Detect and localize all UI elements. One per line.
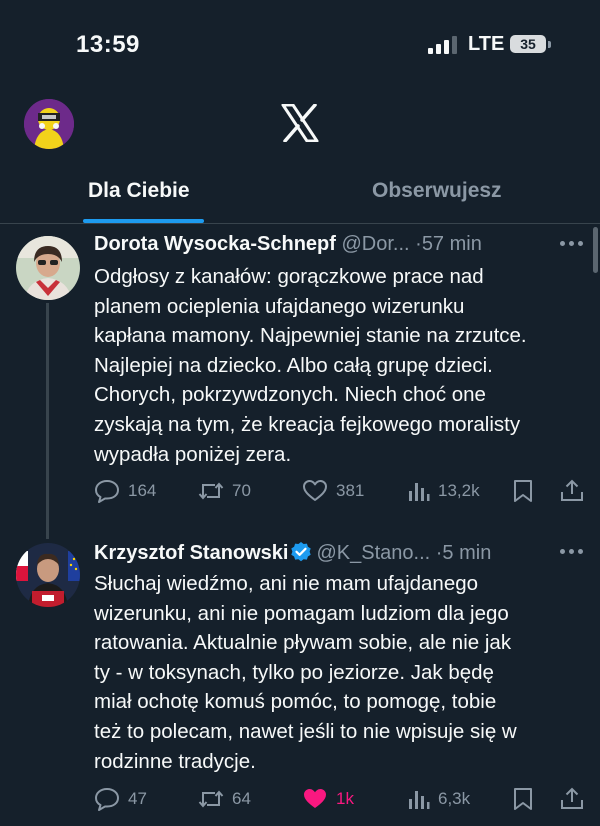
tweet-text-line: Najlepiej na dziecko. Albo całą grupę dz… (94, 353, 493, 377)
tab-following[interactable]: Obserwujesz (372, 179, 502, 203)
tweet-text-line: wypadła poniżej zera. (94, 442, 292, 466)
like-count: 381 (336, 481, 365, 500)
author-handle[interactable]: @Dor... (341, 233, 409, 255)
analytics-icon (409, 483, 430, 501)
repost-button[interactable]: 70 (198, 476, 251, 506)
profile-avatar[interactable] (24, 99, 74, 149)
tweet-actions: 164 70 381 13,2k (0, 476, 600, 506)
tweet-text-line: Słuchaj wiedźmo, ani nie mam ufajdanego (94, 572, 479, 595)
more-options-icon[interactable] (560, 241, 586, 249)
battery-tip (548, 41, 551, 48)
tweet-text: Odgłosy z kanałów: gorączkowe prace nad … (94, 262, 584, 469)
like-button[interactable]: 381 (302, 476, 364, 506)
more-options-icon[interactable] (560, 549, 586, 557)
reply-icon (95, 788, 119, 811)
share-button[interactable] (560, 784, 584, 814)
repost-count: 70 (232, 481, 251, 500)
view-count: 6,3k (438, 789, 471, 808)
share-button[interactable] (560, 476, 584, 506)
bookmark-icon (514, 788, 532, 810)
analytics-icon (409, 791, 430, 809)
battery-icon: 35 (510, 35, 546, 53)
signal-strength-icon (428, 36, 457, 54)
view-count: 13,2k (438, 481, 480, 500)
repost-count: 64 (232, 789, 251, 808)
tweet-text-line: zyskają na tym, że kreacja fejkowego mor… (94, 412, 521, 436)
tweet-text-line: miał ochotę komuś pomóc, to pomogę, tobi… (94, 690, 497, 714)
tweet-text-line: Chorych, pokrzywdzonych. Niech choć one (94, 383, 486, 407)
tweet-text-line: ratowania. Aktualnie pływam sobie, ale n… (94, 631, 512, 655)
heart-filled-icon (304, 789, 326, 808)
share-icon (561, 787, 583, 809)
repost-icon (198, 790, 224, 808)
bookmark-icon (514, 480, 532, 502)
tweet-text-line: też to polecam, nawet jeśli to nie wpisu… (94, 719, 517, 743)
reply-button[interactable]: 164 (94, 476, 156, 506)
views-button[interactable]: 13,2k (408, 476, 480, 506)
avatar[interactable] (16, 236, 80, 300)
reply-button[interactable]: 47 (94, 784, 147, 814)
verified-badge-icon (291, 542, 312, 562)
bookmark-button[interactable] (512, 784, 534, 814)
heart-icon (303, 480, 327, 501)
avatar[interactable] (16, 543, 80, 607)
tweet-actions: 47 64 1k 6,3k (0, 784, 600, 814)
author-name[interactable]: Krzysztof Stanowski (94, 542, 288, 564)
share-icon (561, 479, 583, 501)
x-logo-icon[interactable] (280, 104, 320, 142)
tweet-text-line: kapłana mamony. Najpewniej stanie na zrz… (94, 324, 527, 348)
clock: 13:59 (76, 31, 140, 58)
tweet-time[interactable]: 5 min (442, 542, 491, 564)
author-handle[interactable]: @K_Stano... (316, 542, 430, 564)
tweet-text-line: wizerunku, ani nie pomagam ludziom dla j… (94, 601, 509, 625)
like-count: 1k (336, 789, 354, 808)
tweet-text-line: planem ocieplenia ufajdanego wizerunku (94, 294, 465, 318)
tweet-time[interactable]: 57 min (422, 233, 482, 255)
reply-count: 47 (128, 789, 147, 808)
repost-icon (198, 482, 224, 500)
like-button[interactable]: 1k (302, 784, 354, 814)
network-type: LTE (468, 33, 505, 55)
status-bar: 13:59 LTE 35 (0, 0, 600, 90)
timeline-tabs: Dla Ciebie Obserwujesz (0, 165, 600, 224)
views-button[interactable]: 6,3k (408, 784, 470, 814)
tweet-header: Krzysztof Stanowski @K_Stano... ·5 min (94, 541, 491, 565)
tweet-text-line: Odgłosy z kanałów: gorączkowe prace nad (94, 265, 484, 288)
active-tab-indicator (83, 219, 204, 223)
tweet-text-line: rodzinne tradycje. (94, 749, 256, 773)
scrollbar-thumb[interactable] (593, 227, 598, 273)
repost-button[interactable]: 64 (198, 784, 251, 814)
tweet-text: Słuchaj wiedźmo, ani nie mam ufajdanego … (94, 569, 584, 776)
reply-icon (95, 480, 119, 503)
tab-for-you[interactable]: Dla Ciebie (88, 179, 190, 203)
tweet-header: Dorota Wysocka-Schnepf @Dor... ·57 min (94, 233, 482, 256)
tweet-text-line: ty - w toksynach, tylko po jeziorze. Jak… (94, 660, 494, 684)
separator-dot: · (415, 233, 422, 255)
bookmark-button[interactable] (512, 476, 534, 506)
author-name[interactable]: Dorota Wysocka-Schnepf (94, 233, 336, 255)
reply-count: 164 (128, 481, 157, 500)
